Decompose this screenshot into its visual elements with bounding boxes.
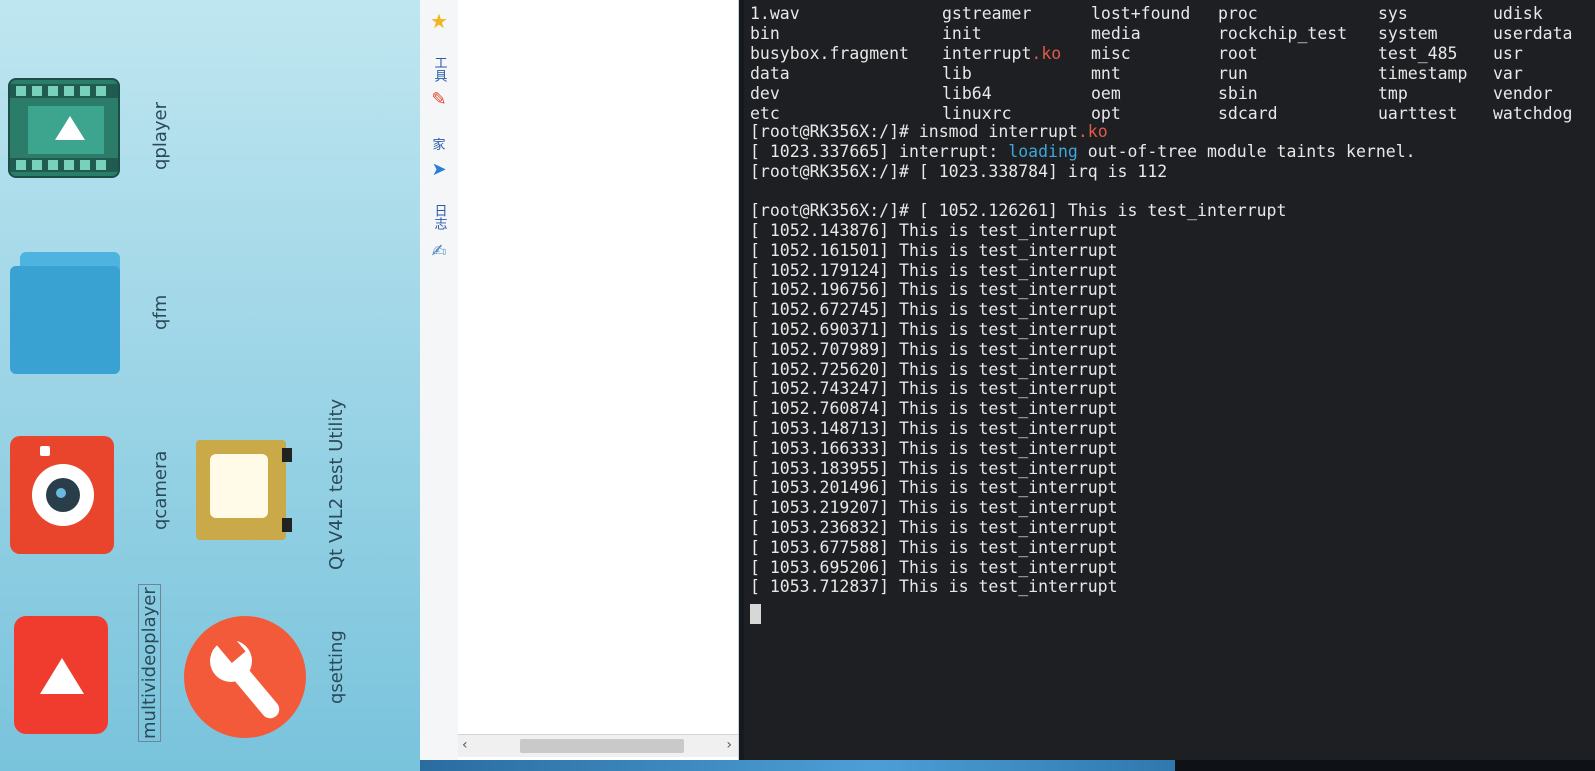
interrupt-log-line: [ 1052.690371] This is test_interrupt [750,320,1118,339]
interrupt-log-line: [ 1052.196756] This is test_interrupt [750,280,1118,300]
ls-entry: 1.wav [750,4,800,23]
kernel-taint-line: [ 1023.337665] interrupt: loading out-of… [750,142,1416,161]
irq-line: [root@RK356X:/]# [ 1023.338784] irq is 1… [750,162,1168,181]
ls-entry: dev [750,84,780,103]
interrupt-log-line: [ 1053.166333] This is test_interrupt [750,438,1118,458]
ls-entry: var [1493,64,1523,83]
ls-entry: gstreamer [942,4,1032,23]
terminal[interactable]: 1.wav bin busybox.fragment data dev etc gstrea… [744,0,1595,760]
ls-entry: misc [1091,44,1131,63]
interrupt-log-line: [ 1052.743247] This is test_interrupt [750,379,1118,399]
camera-icon[interactable] [10,436,114,554]
ls-entry: bin [750,24,780,43]
tool-sidebar: ★ 工具 ✎ 家 ➤ 日志 ✍ [420,0,459,760]
interrupt-log-line: [ 1052.672745] This is test_interrupt [750,300,1118,320]
ls-entry: init [942,24,982,43]
log-button[interactable]: 日志 [424,204,454,230]
play-icon [55,116,85,140]
ls-entry: oem [1091,84,1121,103]
bottom-edge [1175,760,1595,771]
blank-panel [458,0,739,760]
ls-entry: interrupt.ko [942,44,1062,63]
interrupt-log-line: [ 1053.148713] This is test_interrupt [750,419,1118,438]
ls-entry: lib [942,64,972,83]
star-icon[interactable]: ★ [424,11,454,31]
ls-entry: system [1378,24,1438,43]
home-label: 家 [432,138,446,153]
ls-entry: sbin [1218,84,1258,103]
tools-icon[interactable]: ✎ [424,91,454,109]
ls-entry: sdcard [1218,104,1278,123]
interrupt-log-line: [ 1053.219207] This is test_interrupt [750,498,1118,518]
folder-icon[interactable] [6,252,120,374]
ls-entry: lib64 [942,84,992,103]
ls-entry: proc [1218,4,1258,23]
ls-entry: uarttest [1378,104,1458,123]
interrupt-log-line: [ 1052.143876] This is test_interrupt [750,221,1118,240]
ls-entry: media [1091,24,1141,43]
device-screen: qplayer qfm qcamera Qt V4L2 test Utility… [0,0,420,771]
ls-entry: vendor [1493,84,1553,103]
qplayer-label[interactable]: qplayer [150,102,171,170]
qcamera-label[interactable]: qcamera [150,451,171,530]
interrupt-log-line: [ 1052.707989] This is test_interrupt [750,339,1118,359]
ls-entry: rockchip_test [1218,24,1348,43]
interrupt-log-line: [ 1053.695206] This is test_interrupt [750,557,1118,577]
video-play-icon[interactable] [14,616,108,734]
multivideoplayer-label[interactable]: multivideoplayer [138,584,161,742]
scroll-thumb[interactable] [520,739,684,753]
ls-entry: mnt [1091,64,1121,83]
ls-entry: root [1218,44,1258,63]
interrupt-log-line: [ 1052.179124] This is test_interrupt [750,260,1118,280]
send-icon[interactable]: ➤ [424,161,454,179]
tools-label: 工具 [431,56,447,82]
ls-entry: lost+found [1091,4,1191,23]
interrupt-log-line: [ 1052.760874] This is test_interrupt [750,399,1118,419]
ls-entry: data [750,64,790,83]
ls-entry: watchdog [1493,104,1573,123]
terminal-cursor [750,604,761,624]
ls-entry: tmp [1378,84,1408,103]
interrupt-log-line: [ 1053.183955] This is test_interrupt [750,458,1118,478]
ls-entry: udisk [1493,4,1543,23]
note-icon[interactable]: ✍ [424,243,454,261]
ls-entry: test_485 [1378,44,1458,63]
horizontal-scrollbar[interactable]: ‹ › [458,734,738,757]
ls-entry: usr [1493,44,1523,63]
v4l2-label[interactable]: Qt V4L2 test Utility [326,399,347,570]
scroll-right-icon[interactable]: › [726,737,732,753]
taskbar-strip [420,760,1175,771]
ls-entry: etc [750,104,780,123]
tools-button[interactable]: 工具 [424,56,454,82]
ls-entry: run [1218,64,1248,83]
qsetting-label[interactable]: qsetting [326,630,347,704]
ls-entry: timestamp [1378,64,1468,83]
qfm-label[interactable]: qfm [150,295,171,330]
wrench-icon[interactable] [184,616,306,738]
interrupt-log-line: [ 1053.201496] This is test_interrupt [750,478,1118,498]
ls-entry: busybox.fragment [750,44,909,63]
interrupt-log-line: [ 1052.161501] This is test_interrupt [750,240,1118,260]
insmod-command: [root@RK356X:/]# insmod interrupt.ko [750,122,1108,141]
ls-entry: linuxrc [942,104,1012,123]
interrupt-log-line: [ 1052.725620] This is test_interrupt [750,359,1118,379]
ls-entry: opt [1091,104,1121,123]
v4l2-app-icon[interactable] [196,440,292,540]
ls-entry: sys [1378,4,1408,23]
log-label: 日志 [431,204,447,230]
home-button[interactable]: 家 [424,138,454,153]
qplayer-app-icon[interactable] [8,78,120,178]
interrupt-log-line: [ 1053.712837] This is test_interrupt [750,577,1118,597]
first-interrupt-line: [root@RK356X:/]# [ 1052.126261] This is … [750,201,1287,220]
ls-entry: userdata [1493,24,1573,43]
interrupt-log-line: [ 1053.236832] This is test_interrupt [750,518,1118,537]
scroll-left-icon[interactable]: ‹ [462,737,468,753]
interrupt-log-line: [ 1053.677588] This is test_interrupt [750,537,1118,557]
